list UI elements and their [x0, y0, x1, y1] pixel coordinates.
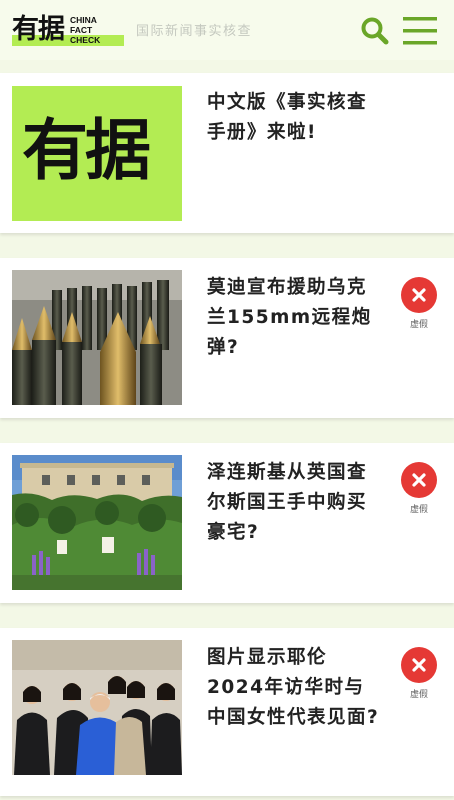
logo-english-text: CHINA FACT CHECK	[70, 15, 100, 45]
logo-en-line: CHINA	[70, 15, 97, 25]
false-x-icon	[401, 647, 437, 683]
site-header: 有据 CHINA FACT CHECK 国际新闻事实核查	[0, 0, 454, 60]
logo-chinese-text: 有据	[12, 14, 65, 45]
mansion-image	[12, 455, 182, 590]
hamburger-menu-icon	[403, 17, 437, 45]
article-thumbnail[interactable]	[12, 270, 182, 405]
false-x-icon	[401, 462, 437, 498]
article-title[interactable]: 泽连斯基从英国查尔斯国王手中购买豪宅?	[207, 458, 382, 548]
article-title[interactable]: 莫迪宣布援助乌克兰155mm远程炮弹?	[207, 273, 382, 363]
logo-en-line: FACT	[70, 25, 93, 35]
verdict-badge: 虚假	[400, 462, 438, 515]
article-title[interactable]: 图片显示耶伦2024年访华时与中国女性代表见面?	[207, 643, 382, 733]
article-title[interactable]: 中文版《事实核查手册》来啦!	[207, 88, 382, 148]
verdict-badge: 虚假	[400, 277, 438, 330]
article-card[interactable]: 图片显示耶伦2024年访华时与中国女性代表见面? 虚假	[0, 628, 454, 796]
site-logo[interactable]: 有据 CHINA FACT CHECK	[12, 14, 124, 46]
logo-en-line: CHECK	[70, 35, 101, 45]
article-thumbnail[interactable]: 有据	[12, 86, 182, 221]
site-tagline: 国际新闻事实核查	[136, 24, 253, 39]
thumbnail-logo-text: 有据	[22, 112, 151, 189]
search-icon	[361, 17, 389, 45]
group-photo-image	[12, 640, 182, 775]
article-card[interactable]: 有据 中文版《事实核查手册》来啦!	[0, 73, 454, 233]
search-button[interactable]	[360, 16, 390, 46]
article-card[interactable]: 泽连斯基从英国查尔斯国王手中购买豪宅? 虚假	[0, 443, 454, 603]
article-card[interactable]: 莫迪宣布援助乌克兰155mm远程炮弹? 虚假	[0, 258, 454, 418]
false-x-icon	[401, 277, 437, 313]
article-thumbnail[interactable]	[12, 455, 182, 590]
verdict-label: 虚假	[409, 505, 428, 515]
verdict-label: 虚假	[409, 690, 428, 700]
menu-button[interactable]	[403, 15, 437, 47]
verdict-badge: 虚假	[400, 647, 438, 700]
verdict-label: 虚假	[409, 320, 428, 330]
artillery-shells-image	[12, 270, 182, 405]
article-thumbnail[interactable]	[12, 640, 182, 775]
